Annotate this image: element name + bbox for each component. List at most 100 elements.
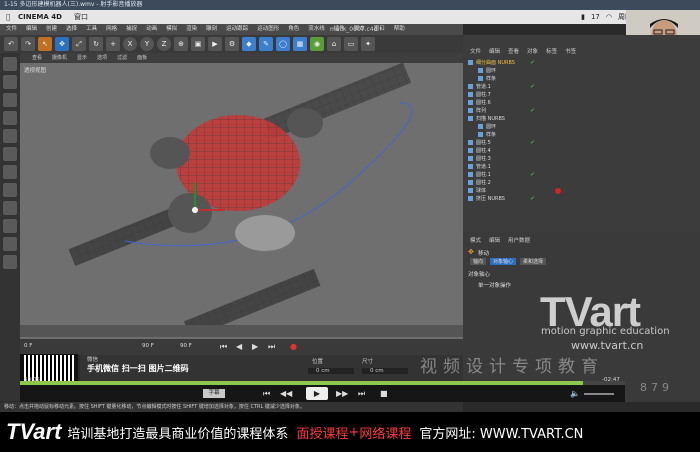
select-icon[interactable]: ↖: [38, 37, 52, 51]
menu-item[interactable]: 流水线: [308, 24, 325, 35]
play-pause-button[interactable]: ▶: [306, 387, 328, 400]
object-row[interactable]: 圆柱.1: [468, 171, 491, 179]
attr-tab[interactable]: 用户数据: [508, 236, 530, 244]
x-axis-icon[interactable]: X: [123, 37, 137, 51]
scale-icon[interactable]: ⤢: [72, 37, 86, 51]
object-row[interactable]: 球体: [468, 187, 486, 195]
grid-icon[interactable]: [3, 255, 17, 269]
next-icon[interactable]: ⏭: [358, 389, 365, 399]
attr-subtab[interactable]: 对象轴心: [490, 258, 517, 265]
menu-item[interactable]: 运动图形: [257, 24, 279, 35]
nurbs-icon[interactable]: ◯: [276, 37, 290, 51]
apple-icon[interactable]: : [6, 10, 10, 24]
viewport[interactable]: [20, 63, 463, 325]
check-icon[interactable]: ✓: [530, 107, 535, 115]
subtitle-button[interactable]: 字幕: [203, 389, 225, 398]
check-icon[interactable]: ✓: [530, 171, 535, 179]
rotate-icon[interactable]: ↻: [89, 37, 103, 51]
undo-icon[interactable]: ↶: [4, 37, 18, 51]
camera-icon[interactable]: ▭: [344, 37, 358, 51]
obj-tab[interactable]: 对象: [527, 47, 538, 55]
object-row[interactable]: 挤压 NURBS: [468, 195, 505, 203]
rewind-icon[interactable]: ◀◀: [280, 389, 292, 398]
object-row[interactable]: 管道.1: [468, 83, 491, 91]
menu-item[interactable]: 编辑: [26, 24, 37, 35]
record-icon[interactable]: ●: [290, 342, 297, 351]
light-icon[interactable]: ✦: [361, 37, 375, 51]
attr-subtab[interactable]: 柔和选择: [520, 258, 547, 265]
object-row[interactable]: 样条: [478, 75, 496, 83]
attr-tab[interactable]: 编辑: [489, 236, 500, 244]
menu-item[interactable]: 运动跟踪: [226, 24, 248, 35]
go-end-icon[interactable]: ⏭: [268, 342, 275, 352]
render-view-icon[interactable]: ▣: [191, 37, 205, 51]
axis-mode-icon[interactable]: [3, 165, 17, 179]
frame-end[interactable]: 90 F: [142, 343, 154, 349]
prev-icon[interactable]: ⏮: [263, 389, 270, 399]
scene-icon[interactable]: ⌂: [327, 37, 341, 51]
coord-system-icon[interactable]: ⊕: [174, 37, 188, 51]
object-row[interactable]: 管道.1: [468, 163, 491, 171]
play-icon[interactable]: ▶: [252, 342, 258, 351]
z-axis-icon[interactable]: Z: [157, 37, 171, 51]
viewport-menu-item[interactable]: 查看: [32, 53, 42, 63]
obj-tab[interactable]: 文件: [470, 47, 481, 55]
viewport-menu-item[interactable]: 摄像机: [52, 53, 67, 63]
menu-window[interactable]: 窗口: [74, 10, 88, 24]
object-row[interactable]: 圆柱.5: [468, 139, 491, 147]
obj-tab[interactable]: 标签: [546, 47, 557, 55]
menu-item[interactable]: 工具: [86, 24, 97, 35]
redo-icon[interactable]: ↷: [21, 37, 35, 51]
go-start-icon[interactable]: ⏮: [220, 342, 227, 352]
menu-item[interactable]: 创建: [46, 24, 57, 35]
obj-tab[interactable]: 书签: [565, 47, 576, 55]
viewport-menu-item[interactable]: 显示: [77, 53, 87, 63]
size-x-input[interactable]: 0 cm: [362, 368, 408, 374]
menu-item[interactable]: 捕捉: [126, 24, 137, 35]
object-row[interactable]: 圆柱.3: [468, 155, 491, 163]
menu-item[interactable]: 雕刻: [206, 24, 217, 35]
move-icon[interactable]: ✥: [55, 37, 69, 51]
polygon-mode-icon[interactable]: [3, 147, 17, 161]
object-row[interactable]: 圆环: [478, 123, 496, 131]
object-row[interactable]: 圆柱.4: [468, 147, 491, 155]
object-row[interactable]: 圆柱.7: [468, 91, 491, 99]
deformer-icon[interactable]: ◉: [310, 37, 324, 51]
object-row[interactable]: 阵列: [468, 107, 486, 115]
render-settings-icon[interactable]: ⚙: [225, 37, 239, 51]
tweak-icon[interactable]: [3, 183, 17, 197]
render-icon[interactable]: ▶: [208, 37, 222, 51]
lock-icon[interactable]: [3, 237, 17, 251]
cube-icon[interactable]: ◆: [242, 37, 256, 51]
viewport-menu-item[interactable]: 选项: [97, 53, 107, 63]
texture-mode-icon[interactable]: [3, 75, 17, 89]
timeline[interactable]: [20, 325, 463, 339]
point-mode-icon[interactable]: [3, 111, 17, 125]
battery-icon[interactable]: ▮: [581, 10, 585, 24]
option-label[interactable]: 单一对象操作: [478, 281, 511, 289]
object-row[interactable]: 圆柱.6: [468, 99, 491, 107]
obj-tab[interactable]: 查看: [508, 47, 519, 55]
menu-app-name[interactable]: CINEMA 4D: [18, 10, 62, 24]
step-back-icon[interactable]: ◀: [236, 342, 242, 351]
forward-icon[interactable]: ▶▶: [336, 389, 348, 398]
menu-item[interactable]: 网格: [106, 24, 117, 35]
object-row[interactable]: 细分曲面 NURBS: [468, 59, 515, 67]
menu-item[interactable]: 选择: [66, 24, 77, 35]
object-row[interactable]: 圆柱.2: [468, 179, 491, 187]
pos-x-input[interactable]: 0 cm: [308, 368, 354, 374]
y-axis-icon[interactable]: Y: [140, 37, 154, 51]
menu-item[interactable]: 动画: [146, 24, 157, 35]
checker-icon[interactable]: [3, 93, 17, 107]
model-mode-icon[interactable]: [3, 57, 17, 71]
object-row[interactable]: 扫描 NURBS: [468, 115, 505, 123]
check-icon[interactable]: ✓: [530, 83, 535, 91]
obj-tab[interactable]: 编辑: [489, 47, 500, 55]
material-tag-icon[interactable]: [555, 188, 561, 194]
menu-item[interactable]: 角色: [288, 24, 299, 35]
object-row[interactable]: 样条: [478, 131, 496, 139]
viewport-menu-item[interactable]: 过滤: [117, 53, 127, 63]
workplane-icon[interactable]: [3, 219, 17, 233]
wifi-icon[interactable]: ◠: [606, 10, 612, 24]
viewport-menu-item[interactable]: 面板: [137, 53, 147, 63]
